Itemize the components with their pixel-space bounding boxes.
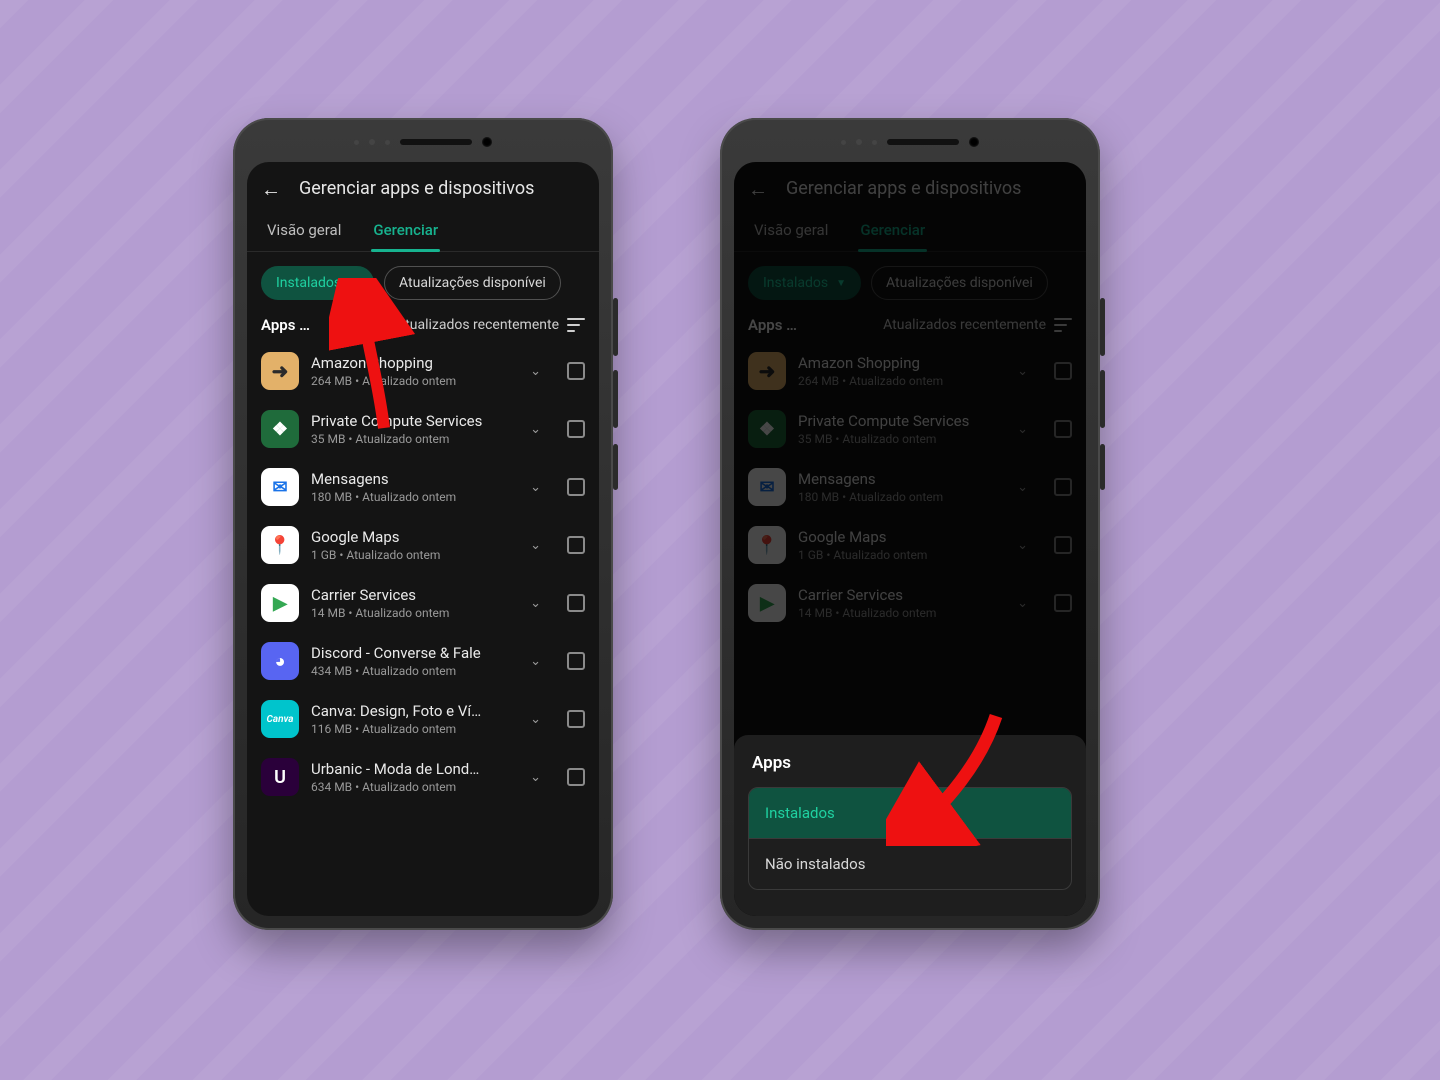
side-button (1100, 370, 1105, 428)
app-subtext: 116 MB • Atualizado ontem (311, 722, 514, 736)
checkbox[interactable] (567, 710, 585, 728)
app-name: Canva: Design, Foto e Ví… (311, 702, 514, 720)
app-icon: Canva (261, 700, 299, 738)
chevron-down-icon[interactable]: ⌄ (526, 650, 545, 673)
app-name: Mensagens (311, 470, 514, 488)
back-arrow-icon[interactable]: ← (261, 179, 281, 199)
app-meta: Urbanic - Moda de Lond… 634 MB • Atualiz… (311, 760, 514, 794)
chevron-down-icon[interactable]: ⌄ (526, 708, 545, 731)
bottom-sheet-title: Apps (752, 753, 1068, 773)
app-meta: Amazon Shopping 264 MB • Atualizado onte… (311, 354, 514, 388)
tab-manage[interactable]: Gerenciar (371, 211, 440, 251)
app-icon: 📍 (261, 526, 299, 564)
screen-left: ← Gerenciar apps e dispositivos Visão ge… (247, 162, 599, 916)
app-row[interactable]: ◕ Discord - Converse & Fale 434 MB • Atu… (247, 632, 599, 690)
app-meta: Private Compute Services 35 MB • Atualiz… (311, 412, 514, 446)
app-icon: ✉ (261, 468, 299, 506)
bottom-sheet-apps-filter: Apps Instalados Não instalados (734, 735, 1086, 916)
app-subtext: 1 GB • Atualizado ontem (311, 548, 514, 562)
app-header: ← Gerenciar apps e dispositivos (247, 162, 599, 211)
chip-installed[interactable]: Instalados ▼ (261, 266, 374, 300)
chevron-down-icon[interactable]: ⌄ (526, 360, 545, 383)
side-button (613, 370, 618, 428)
app-row[interactable]: 📍 Google Maps 1 GB • Atualizado ontem ⌄ (247, 516, 599, 574)
apps-section-label: Apps … (261, 316, 310, 334)
checkbox[interactable] (567, 652, 585, 670)
chevron-down-icon[interactable]: ⌄ (526, 418, 545, 441)
chip-updates-label: Atualizações disponívei (399, 275, 546, 291)
app-subtext: 180 MB • Atualizado ontem (311, 490, 514, 504)
list-header: Apps … Atualizados recentemente (247, 308, 599, 340)
app-meta: Discord - Converse & Fale 434 MB • Atual… (311, 644, 514, 678)
app-meta: Carrier Services 14 MB • Atualizado onte… (311, 586, 514, 620)
app-row[interactable]: ➜ Amazon Shopping 264 MB • Atualizado on… (247, 342, 599, 400)
app-subtext: 434 MB • Atualizado ontem (311, 664, 514, 678)
app-subtext: 264 MB • Atualizado ontem (311, 374, 514, 388)
chevron-down-icon[interactable]: ⌄ (526, 766, 545, 789)
sort-label[interactable]: Atualizados recentemente (396, 317, 559, 333)
filter-chips: Instalados ▼ Atualizações disponívei (247, 252, 599, 308)
chevron-down-icon[interactable]: ⌄ (526, 534, 545, 557)
app-row[interactable]: ❖ Private Compute Services 35 MB • Atual… (247, 400, 599, 458)
app-name: Amazon Shopping (311, 354, 514, 372)
app-meta: Google Maps 1 GB • Atualizado ontem (311, 528, 514, 562)
tabs: Visão geral Gerenciar (247, 211, 599, 252)
header-title: Gerenciar apps e dispositivos (299, 178, 534, 199)
phone-mock-right: ← Gerenciar apps e dispositivos Visão ge… (720, 118, 1100, 930)
app-name: Carrier Services (311, 586, 514, 604)
side-button (613, 444, 618, 490)
app-icon: ➜ (261, 352, 299, 390)
chip-updates-available[interactable]: Atualizações disponívei (384, 266, 561, 300)
app-subtext: 634 MB • Atualizado ontem (311, 780, 514, 794)
filter-option-group: Instalados Não instalados (748, 787, 1072, 890)
side-button (1100, 298, 1105, 356)
app-name: Google Maps (311, 528, 514, 546)
chip-installed-label: Instalados (276, 275, 341, 291)
checkbox[interactable] (567, 768, 585, 786)
phone-mock-left: ← Gerenciar apps e dispositivos Visão ge… (233, 118, 613, 930)
phone-notch (233, 128, 613, 156)
option-installed[interactable]: Instalados (749, 788, 1071, 838)
app-meta: Mensagens 180 MB • Atualizado ontem (311, 470, 514, 504)
chevron-down-icon[interactable]: ⌄ (526, 476, 545, 499)
app-row[interactable]: ▶ Carrier Services 14 MB • Atualizado on… (247, 574, 599, 632)
app-name: Urbanic - Moda de Lond… (311, 760, 514, 778)
app-name: Discord - Converse & Fale (311, 644, 514, 662)
tab-overview[interactable]: Visão geral (265, 211, 343, 251)
checkbox[interactable] (567, 420, 585, 438)
app-name: Private Compute Services (311, 412, 514, 430)
app-icon: ◕ (261, 642, 299, 680)
app-list[interactable]: ➜ Amazon Shopping 264 MB • Atualizado on… (247, 340, 599, 806)
checkbox[interactable] (567, 362, 585, 380)
checkbox[interactable] (567, 478, 585, 496)
checkbox[interactable] (567, 536, 585, 554)
app-subtext: 14 MB • Atualizado ontem (311, 606, 514, 620)
app-meta: Canva: Design, Foto e Ví… 116 MB • Atual… (311, 702, 514, 736)
app-icon: ▶ (261, 584, 299, 622)
phone-notch (720, 128, 1100, 156)
app-row[interactable]: Canva Canva: Design, Foto e Ví… 116 MB •… (247, 690, 599, 748)
app-row[interactable]: Urbanic - Moda de Lond… 634 MB • Atualiz… (247, 748, 599, 806)
caret-down-icon: ▼ (349, 278, 359, 289)
chevron-down-icon[interactable]: ⌄ (526, 592, 545, 615)
app-subtext: 35 MB • Atualizado ontem (311, 432, 514, 446)
screen-right: ← Gerenciar apps e dispositivos Visão ge… (734, 162, 1086, 916)
side-button (1100, 444, 1105, 490)
checkbox[interactable] (567, 594, 585, 612)
app-row[interactable]: ✉ Mensagens 180 MB • Atualizado ontem ⌄ (247, 458, 599, 516)
app-icon (261, 758, 299, 796)
side-button (613, 298, 618, 356)
sort-icon[interactable] (567, 318, 585, 332)
option-not-installed[interactable]: Não instalados (749, 838, 1071, 889)
app-icon: ❖ (261, 410, 299, 448)
